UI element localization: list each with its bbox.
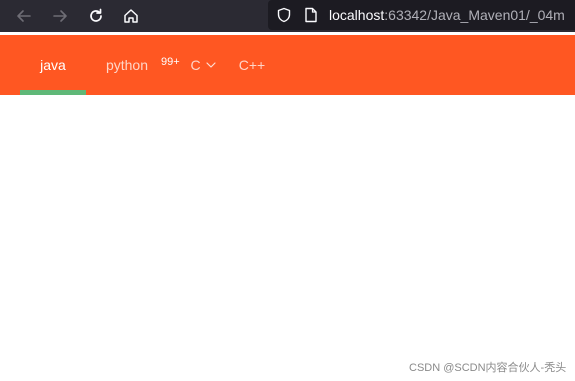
- chevron-down-icon: [205, 62, 216, 68]
- browser-toolbar: localhost:63342/Java_Maven01/_04m: [0, 0, 575, 32]
- nav-item-cpp[interactable]: C++: [228, 35, 276, 95]
- page-icon[interactable]: [304, 7, 318, 23]
- nav-item-label: C: [190, 57, 201, 73]
- nav-item-label: python: [105, 57, 149, 73]
- nav-item-label: C++: [238, 57, 266, 73]
- main-navbar: java python 99+ C C++: [0, 35, 575, 95]
- forward-button[interactable]: [48, 4, 72, 28]
- home-button[interactable]: [119, 4, 143, 28]
- nav-item-label: java: [40, 57, 66, 73]
- back-button[interactable]: [12, 4, 36, 28]
- reload-icon: [90, 8, 102, 22]
- nav-item-c[interactable]: C: [183, 35, 223, 95]
- arrow-back-icon: [17, 10, 31, 22]
- notification-badge: 99+: [161, 56, 180, 68]
- url-host: localhost: [329, 7, 385, 23]
- nav-item-python[interactable]: python: [96, 35, 158, 95]
- shield-icon[interactable]: [276, 7, 292, 23]
- arrow-forward-icon: [53, 10, 67, 22]
- reload-button[interactable]: [84, 4, 108, 28]
- nav-item-java[interactable]: java: [20, 35, 86, 95]
- watermark: CSDN @SCDN内容合伙人-秃头: [409, 362, 567, 374]
- home-icon: [124, 9, 138, 23]
- url-text[interactable]: localhost:63342/Java_Maven01/_04m: [329, 7, 565, 23]
- url-path: :63342/Java_Maven01/_04m: [384, 7, 565, 23]
- url-bar[interactable]: localhost:63342/Java_Maven01/_04m: [268, 0, 575, 30]
